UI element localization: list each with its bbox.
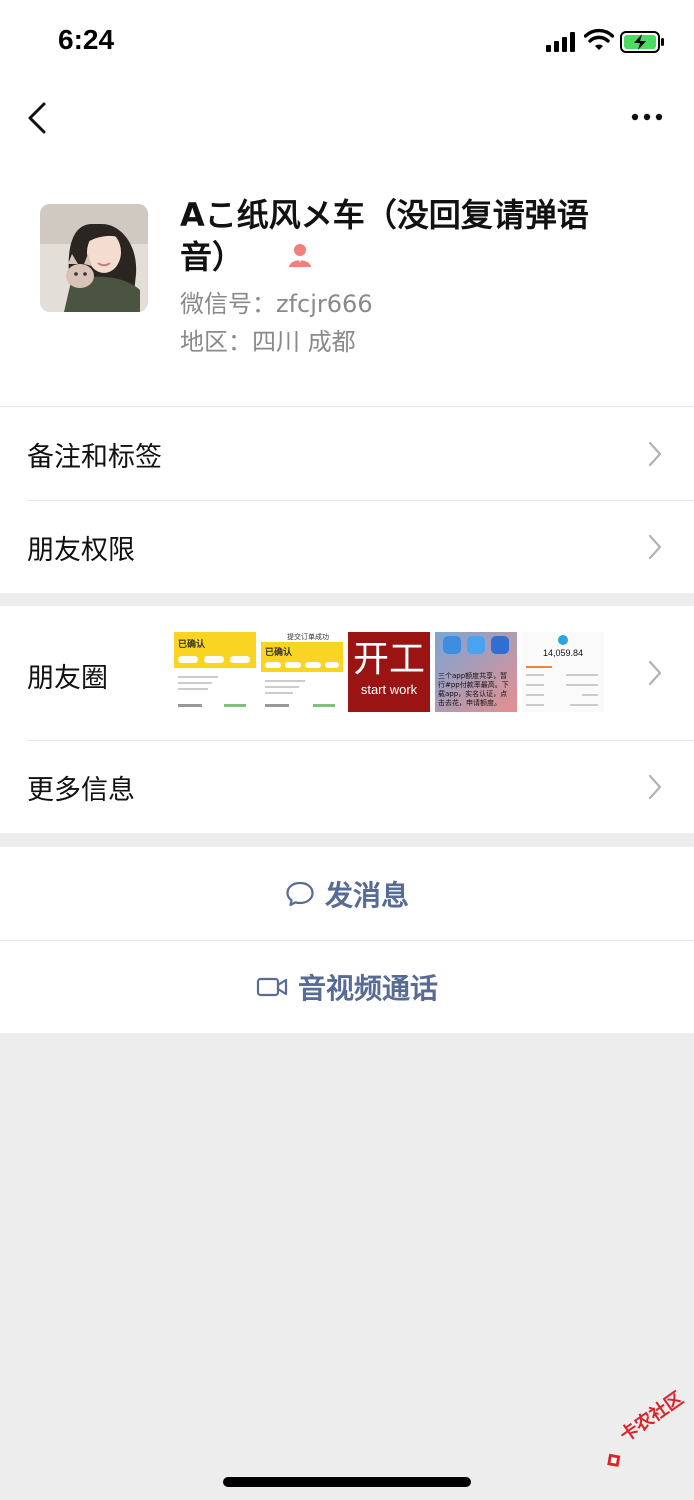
action-group: 发消息 音视频通话 xyxy=(0,847,694,1033)
chevron-right-icon xyxy=(648,534,662,560)
friend-permissions-label: 朋友权限 xyxy=(27,535,135,566)
moments-label: 朋友圈 xyxy=(27,663,108,694)
settings-group: 备注和标签 朋友权限 xyxy=(0,406,694,593)
moments-thumb: 14,059.84 xyxy=(522,632,604,712)
more-options-icon[interactable] xyxy=(624,102,670,132)
chat-bubble-icon xyxy=(286,881,314,906)
chevron-right-icon xyxy=(648,660,662,686)
chevron-right-icon xyxy=(648,774,662,800)
watermark: 卡农社区 xyxy=(590,1388,690,1472)
remarks-tags-label: 备注和标签 xyxy=(27,442,162,473)
thumb-header: 提交订单成功 xyxy=(287,633,329,641)
moments-thumb: 已确认 xyxy=(174,632,256,712)
profile-name-text: Aこ纸风メ车（没回复请弹语音） xyxy=(180,196,589,276)
thumb-text: 三个app额度共享，暂行#pp付款率最高。下载app，实名认证，点击去花，申请额… xyxy=(438,672,509,707)
home-indicator[interactable] xyxy=(223,1477,471,1487)
status-time: 6:24 xyxy=(58,24,115,55)
status-bar: 6:24 xyxy=(0,0,694,84)
thumb-big-text: 开工 xyxy=(352,639,425,680)
wifi-icon xyxy=(584,28,614,50)
profile-name: Aこ纸风メ车（没回复请弹语音） xyxy=(180,194,620,278)
female-icon xyxy=(289,244,312,267)
wechat-id: 微信号：zfcjr666 xyxy=(180,290,373,318)
friend-permissions-cell[interactable]: 朋友权限 xyxy=(0,500,694,593)
thumb-title: 已确认 xyxy=(178,640,206,650)
info-group: 朋友圈 已确认 提交订单成功 已确认 开工 start work 三个app额度… xyxy=(0,606,694,833)
nav-bar xyxy=(0,84,694,154)
avatar-image xyxy=(40,204,148,312)
moments-thumb: 开工 start work xyxy=(348,632,430,712)
moments-thumb: 提交订单成功 已确认 xyxy=(261,632,343,712)
video-call-label: 音视频通话 xyxy=(297,972,438,1005)
battery-charging-icon xyxy=(620,31,664,53)
video-call-button[interactable]: 音视频通话 xyxy=(0,940,694,1033)
remarks-tags-cell[interactable]: 备注和标签 xyxy=(0,407,694,500)
video-camera-icon xyxy=(256,977,288,997)
cellular-signal-icon xyxy=(546,32,575,52)
thumb-amount: 14,059.84 xyxy=(542,648,584,658)
chevron-right-icon xyxy=(648,441,662,467)
moments-thumb: 三个app额度共享，暂行#pp付款率最高。下载app，实名认证，点击去花，申请额… xyxy=(435,632,517,712)
region: 地区：四川 成都 xyxy=(180,328,356,356)
thumb-small-text: start work xyxy=(360,682,418,697)
send-message-label: 发消息 xyxy=(324,878,409,912)
more-info-label: 更多信息 xyxy=(27,775,135,806)
send-message-button[interactable]: 发消息 xyxy=(0,847,694,940)
avatar[interactable] xyxy=(40,204,148,312)
back-arrow-icon[interactable] xyxy=(20,98,56,138)
thumb-title: 已确认 xyxy=(265,648,293,658)
moments-cell[interactable]: 朋友圈 已确认 提交订单成功 已确认 开工 start work 三个app额度… xyxy=(0,606,694,740)
profile-header: Aこ纸风メ车（没回复请弹语音） 微信号：zfcjr666 地区：四川 成都 xyxy=(0,154,694,406)
more-info-cell[interactable]: 更多信息 xyxy=(0,740,694,833)
